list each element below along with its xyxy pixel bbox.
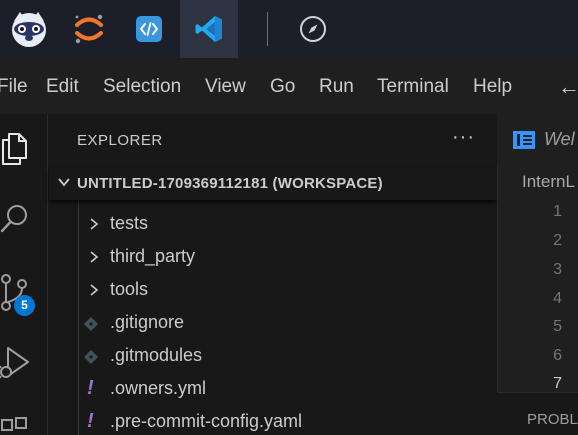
tree-item-third-party[interactable]: third_party [49, 241, 497, 274]
explorer-title: EXPLORER [77, 132, 163, 149]
panel-tab-problems[interactable]: PROBL [527, 411, 578, 428]
jupyter-icon [75, 14, 103, 44]
activity-bar: 5 [0, 114, 48, 435]
editor-tab-bar: Wel [497, 114, 578, 164]
taskbar-separator [267, 12, 268, 46]
source-control-badge: 5 [14, 295, 35, 316]
bottom-panel: PROBL [497, 392, 578, 435]
menu-view[interactable]: View [205, 58, 246, 114]
extensions-icon[interactable] [0, 412, 30, 435]
code-app-button[interactable] [120, 0, 178, 58]
menu-run[interactable]: Run [319, 58, 354, 114]
tree-item-label: tools [110, 279, 149, 299]
chevron-right-icon [90, 251, 99, 263]
compass-icon [300, 16, 326, 42]
breadcrumb[interactable]: InternL [522, 172, 575, 192]
chevron-right-icon [90, 284, 99, 296]
line-number: 1 [553, 203, 562, 220]
editor-tab-welcome[interactable]: Wel [544, 129, 575, 150]
workspace-title: UNTITLED-1709369112181 (WORKSPACE) [77, 175, 383, 192]
git-file-icon [84, 317, 98, 331]
line-number: 4 [553, 290, 562, 307]
vscode-icon [195, 16, 222, 42]
tree-item-tools[interactable]: tools [49, 274, 497, 307]
line-number: 2 [553, 232, 562, 249]
line-number: 6 [553, 347, 562, 364]
tree-item-label: .pre-commit-config.yaml [110, 411, 303, 431]
chevron-down-icon [58, 178, 70, 187]
compass-app-button[interactable] [284, 0, 342, 58]
tree-item-label: .owners.yml [110, 378, 207, 398]
raccoon-app-button[interactable] [0, 0, 58, 58]
explorer-files-icon[interactable] [0, 132, 30, 166]
menu-go[interactable]: Go [270, 58, 295, 114]
taskbar [0, 0, 578, 58]
vscode-app-button[interactable] [180, 0, 238, 58]
menu-selection[interactable]: Selection [103, 58, 181, 114]
tree-item-tests[interactable]: tests [49, 208, 497, 241]
search-icon[interactable] [0, 202, 30, 236]
welcome-tab-icon [513, 131, 535, 149]
explorer-panel: EXPLORER ··· tests third_party tools .gi… [49, 114, 497, 435]
editor-body[interactable]: InternL 1 2 3 4 5 6 7 [497, 164, 578, 392]
raccoon-app-icon [12, 12, 46, 47]
menu-bar: File Edit Selection View Go Run Terminal… [0, 58, 578, 114]
tree-item-label: third_party [110, 246, 196, 266]
line-number-active: 7 [553, 375, 562, 392]
chevron-right-icon [90, 218, 99, 230]
editor-area: Wel InternL 1 2 3 4 5 6 7 PROBL [497, 114, 578, 435]
back-arrow-icon[interactable]: ← [558, 76, 578, 98]
tree-item-owners-yml[interactable]: ! .owners.yml [49, 373, 497, 406]
tree-item-label: .gitignore [110, 312, 185, 332]
jupyter-app-button[interactable] [60, 0, 118, 58]
menu-terminal[interactable]: Terminal [377, 58, 449, 114]
tree-item-label: tests [110, 213, 149, 233]
tree-item-gitmodules[interactable]: .gitmodules [49, 340, 497, 373]
tree-item-pre-commit-config[interactable]: ! .pre-commit-config.yaml [49, 406, 497, 435]
menu-file[interactable]: File [0, 58, 28, 114]
git-file-icon [84, 350, 98, 364]
menu-help[interactable]: Help [473, 58, 512, 114]
tree-item-gitignore[interactable]: .gitignore [49, 307, 497, 340]
workspace-header[interactable]: UNTITLED-1709369112181 (WORKSPACE) [49, 168, 497, 200]
tree-item-label: .gitmodules [110, 345, 203, 365]
yaml-file-icon: ! [87, 377, 94, 399]
menu-edit[interactable]: Edit [46, 58, 79, 114]
code-editor-icon [136, 16, 162, 42]
run-debug-icon[interactable] [0, 344, 30, 384]
line-number: 5 [553, 318, 562, 335]
line-number: 3 [553, 261, 562, 278]
yaml-file-icon: ! [87, 410, 94, 432]
explorer-more-button[interactable]: ··· [452, 126, 475, 149]
